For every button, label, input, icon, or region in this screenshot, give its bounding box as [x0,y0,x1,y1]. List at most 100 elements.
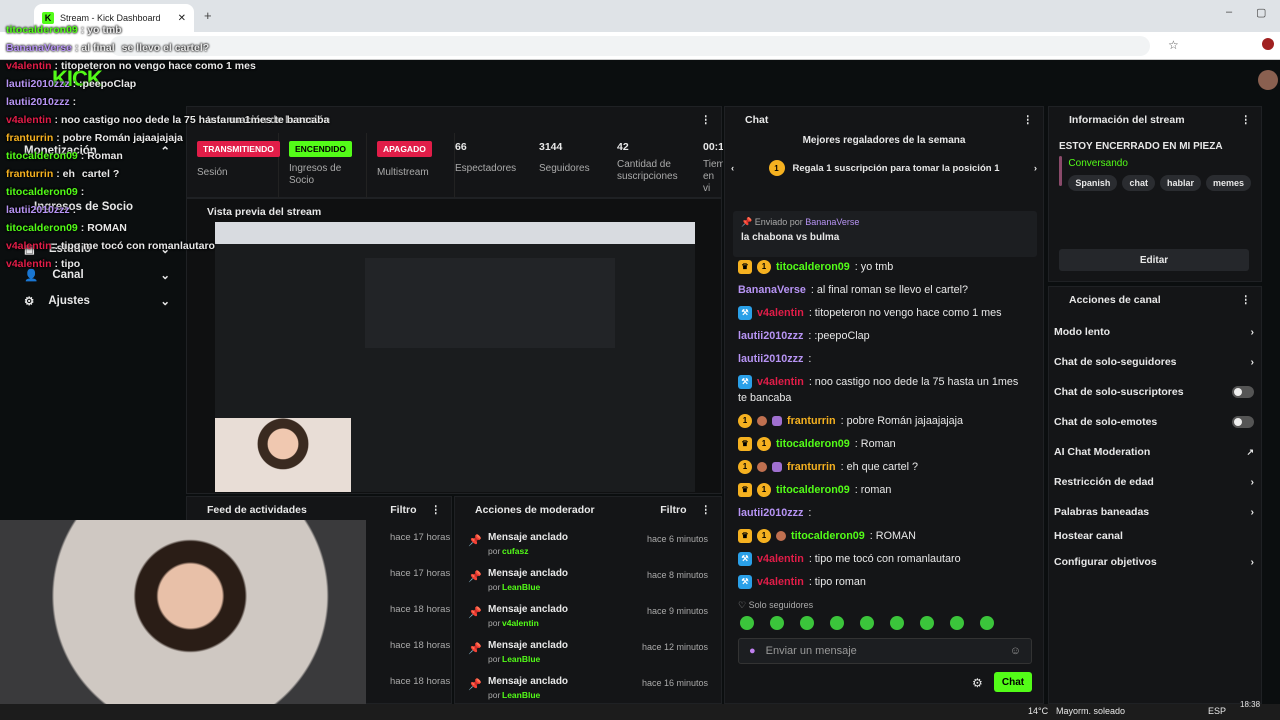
chat-message[interactable]: BananaVerse: al final roman se llevo el … [738,283,968,297]
chat-message[interactable]: ♛ 1 titocalderon09: ROMAN [738,529,916,543]
channel-action-item[interactable]: Hostear canal [1054,530,1254,542]
address-bar[interactable] [110,36,1150,56]
chat-username[interactable]: v4alentin [757,375,804,389]
mod-action-row[interactable]: 📌 Mensaje anclado por v4alentin hace 9 minut… [466,602,716,638]
overlay-text: : Roman [80,150,123,162]
mod-action-row[interactable]: 📌 Mensaje anclado por LeanBlue hace 12 minut… [466,638,716,674]
mod-action-row[interactable]: 📌 Mensaje anclado por cufasz hace 6 minutos [466,530,716,566]
chat-message[interactable]: ♛ 1 titocalderon09: yo tmb [738,260,893,274]
kebab-menu-icon[interactable]: ⋮ [701,504,712,516]
channel-action-item[interactable]: AI Chat Moderation ↗ [1054,446,1254,458]
chat-username[interactable]: titocalderon09 [776,483,850,497]
mod-action-user[interactable]: LeanBlue [502,582,540,592]
chat-message[interactable]: ⚒ v4alentin: titopeteron no vengo hace co… [738,306,1001,320]
sidebar-item-settings[interactable]: ⚙ Ajustes ⌄ [0,288,184,314]
stream-preview-video[interactable] [215,222,695,492]
sub-badge-icon: 1 [757,483,771,497]
crown-badge-icon: ♛ [738,529,752,543]
chat-text: : yo tmb [854,261,894,273]
emote-icon[interactable] [920,616,934,630]
mod-action-user[interactable]: LeanBlue [502,654,540,664]
kebab-menu-icon[interactable]: ⋮ [1241,114,1252,126]
kick-favicon-icon: K [42,12,54,24]
chat-message[interactable]: ♛ 1 titocalderon09: roman [738,483,891,497]
toggle-switch[interactable] [1232,416,1254,428]
chat-text: : :peepoClap [808,330,870,342]
chat-input[interactable]: ● Enviar un mensaje ☺ [738,638,1032,664]
kebab-menu-icon[interactable]: ⋮ [1241,294,1252,306]
bookmark-star-icon[interactable]: ☆ [1168,38,1179,52]
chat-message[interactable]: lautii2010zzz : :peepoClap [738,329,870,343]
chat-username[interactable]: lautii2010zzz [738,352,803,366]
chat-username[interactable]: franturrin [787,414,836,428]
mod-action-by: por [488,582,501,592]
chat-username[interactable]: v4alentin [757,306,804,320]
mod-action-user[interactable]: v4alentin [502,618,539,628]
edit-stream-button[interactable]: Editar [1059,249,1249,271]
channel-action-item[interactable]: Palabras baneadas › [1054,506,1254,518]
new-tab-button[interactable]: + [204,8,212,23]
minimize-icon[interactable]: – [1226,6,1232,18]
kebab-menu-icon[interactable]: ⋮ [1023,114,1034,126]
feed-filter-button[interactable]: Filtro [390,504,416,516]
chat-username[interactable]: franturrin [787,460,836,474]
channel-action-item[interactable]: Modo lento › [1054,326,1254,338]
chat-message[interactable]: ♛ 1 titocalderon09: Roman [738,437,896,451]
profile-avatar[interactable] [1262,38,1274,50]
channel-action-item[interactable]: Chat de solo-seguidores › [1054,356,1254,368]
category-name[interactable]: Conversando [1068,158,1251,169]
chat-username[interactable]: lautii2010zzz [738,329,803,343]
chevron-right-icon[interactable]: › [1034,163,1037,174]
mod-action-row[interactable]: 📌 Mensaje anclado por LeanBlue hace 8 minuto… [466,566,716,602]
emote-icon[interactable] [830,616,844,630]
emote-icon[interactable] [860,616,874,630]
chat-message[interactable]: ⚒ v4alentin: tipo me tocó con romanlautar… [738,552,961,566]
chat-username[interactable]: titocalderon09 [791,529,865,543]
emote-icon[interactable] [950,616,964,630]
chat-settings-icon[interactable]: ⚙ [972,676,983,690]
channel-action-item[interactable]: Chat de solo-emotes [1054,416,1254,428]
chat-username[interactable]: titocalderon09 [776,437,850,451]
chat-message[interactable]: te bancaba [738,391,791,405]
channel-action-item[interactable]: Restricción de edad › [1054,476,1254,488]
pinned-message[interactable]: 📌 Enviado por BananaVerse la chabona vs … [733,211,1037,257]
emote-icon[interactable] [980,616,994,630]
mod-action-user[interactable]: LeanBlue [502,690,540,700]
chat-username[interactable]: BananaVerse [738,283,806,297]
mod-action-time: hace 16 minutos [641,678,708,688]
emote-icon[interactable] [740,616,754,630]
emote-icon[interactable] [890,616,904,630]
chat-username[interactable]: v4alentin [757,552,804,566]
channel-action-item[interactable]: Configurar objetivos › [1054,556,1254,568]
send-chat-button[interactable]: Chat [994,672,1032,692]
toggle-switch[interactable] [1232,386,1254,398]
emote-picker-icon[interactable]: ☺ [1010,645,1021,657]
chat-username[interactable]: lautii2010zzz [738,506,803,520]
chat-username[interactable]: titocalderon09 [776,260,850,274]
stat-session: TRANSMITIENDO Sesión [187,133,280,199]
chat-message[interactable]: lautii2010zzz: [738,352,811,366]
emote-icon[interactable] [770,616,784,630]
channel-action-item[interactable]: Chat de solo-suscriptores [1054,386,1254,398]
user-avatar[interactable] [1258,70,1278,90]
gift-cta[interactable]: Regala 1 suscripción para tomar la posic… [793,163,1000,174]
kebab-menu-icon[interactable]: ⋮ [701,114,712,126]
chevron-right-icon: › [1250,326,1255,338]
stream-tag: Spanish [1068,175,1118,191]
session-stats: TRANSMITIENDO Sesión ENCENDIDO Ingresos de… [187,133,723,199]
channel-actions-panel: Acciones de canal ⋮ [1048,286,1262,704]
emote-icon[interactable] [800,616,814,630]
maximize-icon[interactable]: ▢ [1256,6,1266,19]
chat-message[interactable]: 1 franturrin: eh que cartel ? [738,460,918,474]
mod-filter-button[interactable]: Filtro [660,504,686,516]
moderator-badge-icon: ⚒ [738,552,752,566]
chat-message[interactable]: ⚒ v4alentin: noo castigo noo dede la 75 h… [738,375,1018,389]
kebab-menu-icon[interactable]: ⋮ [431,504,442,516]
chat-message[interactable]: lautii2010zzz: [738,506,811,520]
mod-action-user[interactable]: cufasz [502,546,528,556]
chevron-left-icon[interactable]: ‹ [731,163,734,174]
chat-message[interactable]: 1 franturrin: pobre Román jajaajajaja [738,414,963,428]
chat-username[interactable]: v4alentin [757,575,804,589]
chat-message[interactable]: ⚒ v4alentin: tipo roman [738,575,866,589]
close-tab-icon[interactable]: ✕ [178,13,186,24]
